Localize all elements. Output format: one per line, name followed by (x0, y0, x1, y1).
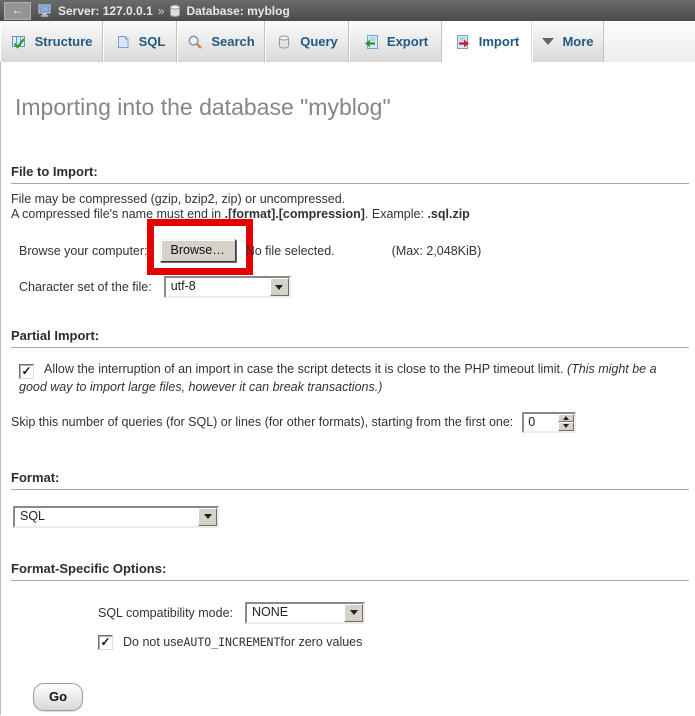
go-button[interactable]: Go (33, 683, 83, 711)
format-specific-options-section: Format-Specific Options: SQL compatibili… (11, 561, 689, 650)
tab-export[interactable]: Export (349, 21, 442, 62)
chevron-down-icon (542, 38, 554, 45)
query-icon (276, 34, 292, 50)
structure-icon (11, 34, 27, 50)
browse-row: Browse your computer: Browse… No file se… (19, 239, 689, 262)
file-to-import-section: File to Import: File may be compressed (… (11, 164, 689, 298)
allow-interrupt-checkbox[interactable]: ✓ (19, 364, 34, 379)
format-select-value: SQL (15, 508, 198, 526)
charset-select-value: utf-8 (166, 278, 270, 296)
charset-row: Character set of the file: utf-8 (19, 276, 689, 298)
import-icon (455, 34, 471, 50)
database-icon (169, 4, 181, 18)
sql-compatibility-label: SQL compatibility mode: (98, 606, 233, 620)
tab-label: Structure (35, 34, 93, 49)
format-select[interactable]: SQL (13, 506, 219, 528)
section-heading-file-to-import: File to Import: (11, 164, 689, 184)
auto-increment-label-suffix: for zero values (280, 635, 362, 649)
search-icon (187, 34, 203, 50)
skip-queries-label: Skip this number of queries (for SQL) or… (11, 415, 513, 429)
tab-structure[interactable]: Structure (0, 21, 103, 62)
dropdown-arrow-icon[interactable] (344, 604, 363, 622)
allow-interrupt-row: ✓ Allow the interruption of an import in … (19, 361, 689, 397)
charset-label: Character set of the file: (19, 280, 152, 294)
tab-more[interactable]: More (532, 21, 604, 62)
breadcrumb-server[interactable]: Server: 127.0.0.1 (58, 4, 153, 18)
auto-increment-checkbox[interactable]: ✓ (98, 635, 113, 650)
format-row: SQL (13, 506, 689, 528)
skip-queries-input[interactable]: 0 (522, 412, 576, 433)
skip-queries-value: 0 (524, 414, 558, 431)
charset-select[interactable]: utf-8 (164, 276, 291, 298)
breadcrumb-database[interactable]: Database: myblog (186, 4, 289, 18)
tab-label: Search (211, 34, 254, 49)
page-title: Importing into the database "myblog" (15, 62, 689, 121)
format-section: Format: SQL (11, 470, 689, 528)
sql-compatibility-select[interactable]: NONE (245, 602, 365, 624)
breadcrumb-separator: » (158, 4, 165, 18)
partial-import-section: Partial Import: ✓ Allow the interruption … (11, 328, 689, 433)
auto-increment-label-prefix: Do not use (123, 635, 183, 649)
section-heading-partial-import: Partial Import: (11, 328, 689, 348)
max-size-text: (Max: 2,048KiB) (392, 244, 482, 258)
compression-info-text: File may be compressed (gzip, bzip2, zip… (11, 192, 345, 206)
browse-label: Browse your computer: (19, 244, 148, 258)
spinner-up-icon[interactable] (558, 414, 574, 423)
allow-interrupt-label: Allow the interruption of an import in c… (44, 362, 563, 376)
auto-increment-row: ✓ Do not use AUTO_INCREMENT for zero valu… (98, 635, 689, 650)
tab-label: More (562, 34, 593, 49)
naming-format-bold: .[format].[compression] (225, 207, 365, 221)
export-icon (363, 34, 379, 50)
tab-bar: Structure SQL Search (0, 21, 695, 62)
phpmyadmin-import-page: ← Server: 127.0.0.1 » Database: myblog (0, 0, 695, 716)
tab-bar-filler (604, 21, 695, 62)
sql-compatibility-value: NONE (247, 604, 344, 622)
dropdown-arrow-icon[interactable] (270, 278, 289, 296)
section-heading-format: Format: (11, 470, 689, 490)
auto-increment-code: AUTO_INCREMENT (183, 635, 280, 649)
tab-query[interactable]: Query (265, 21, 349, 62)
tab-import[interactable]: Import (442, 21, 532, 62)
section-heading-format-options: Format-Specific Options: (11, 561, 689, 581)
tab-label: SQL (139, 34, 166, 49)
naming-info-text: A compressed file's name must end in (11, 207, 225, 221)
tab-search[interactable]: Search (177, 21, 265, 62)
import-form: Importing into the database "myblog" Fil… (0, 62, 695, 715)
browse-button-wrap: Browse… (160, 239, 236, 262)
tab-label: Export (387, 34, 428, 49)
naming-example-bold: .sql.zip (427, 207, 469, 221)
sql-compatibility-row: SQL compatibility mode: NONE (98, 602, 689, 624)
tab-label: Query (300, 34, 338, 49)
back-button[interactable]: ← (4, 2, 31, 20)
file-import-description: File may be compressed (gzip, bzip2, zip… (11, 192, 689, 222)
tab-sql[interactable]: SQL (103, 21, 177, 62)
dropdown-arrow-icon[interactable] (198, 508, 217, 526)
server-icon (38, 4, 53, 18)
browse-button[interactable]: Browse… (160, 239, 236, 262)
spinner-buttons (558, 414, 574, 431)
naming-info-mid: . Example: (365, 207, 428, 221)
left-arrow-icon: ← (12, 3, 24, 18)
sql-icon (115, 34, 131, 50)
tab-label: Import (479, 34, 519, 49)
skip-queries-row: Skip this number of queries (for SQL) or… (11, 412, 689, 433)
spinner-down-icon[interactable] (558, 422, 574, 431)
no-file-selected-text: No file selected. (246, 244, 335, 258)
breadcrumb-bar: ← Server: 127.0.0.1 » Database: myblog (0, 0, 695, 21)
